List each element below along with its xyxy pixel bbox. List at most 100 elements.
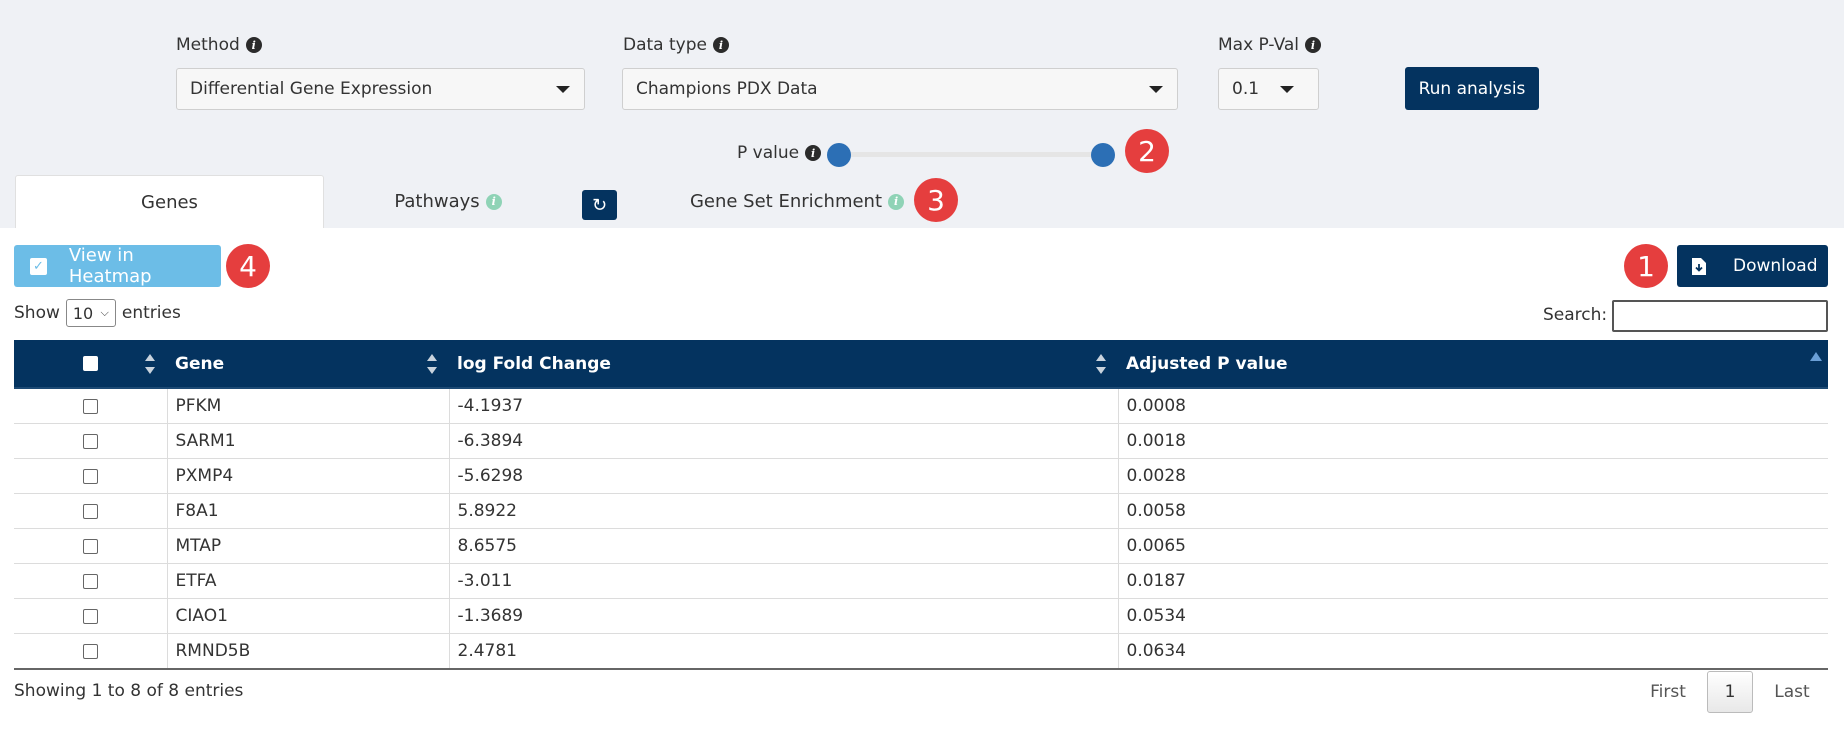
method-label: Method i <box>176 35 262 55</box>
row-checkbox[interactable] <box>82 433 98 449</box>
table-row: PFKM -4.1937 0.0008 <box>14 388 1828 424</box>
row-checkbox[interactable] <box>82 538 98 554</box>
tab-pathways[interactable]: Pathways i <box>324 175 572 228</box>
callout-badge-1: 1 <box>1624 244 1668 288</box>
chevron-down-icon: ⌵ <box>100 306 109 319</box>
column-adjusted-p-value[interactable]: Adjusted P value <box>1118 340 1828 389</box>
select-all-checkbox[interactable] <box>83 356 98 371</box>
row-select-cell <box>14 458 168 494</box>
pvalue-label: P value i <box>737 143 822 163</box>
caret-down-icon <box>556 86 570 93</box>
row-checkbox[interactable] <box>82 503 98 519</box>
search-input[interactable] <box>1612 300 1828 332</box>
pagination-page-1[interactable]: 1 <box>1707 671 1753 713</box>
log-fold-change-cell: -6.3894 <box>449 423 1119 459</box>
adjusted-p-value-cell: 0.0534 <box>1118 598 1828 634</box>
row-checkbox[interactable] <box>82 468 98 484</box>
row-select-cell <box>14 633 168 670</box>
refresh-icon: ↻ <box>591 194 608 216</box>
log-fold-change-cell: -3.011 <box>449 563 1119 599</box>
table-row: SARM1 -6.3894 0.0018 <box>14 423 1828 459</box>
select-all-header[interactable] <box>14 340 167 389</box>
tab-gene-set-enrichment[interactable]: Gene Set Enrichment i <box>680 175 914 228</box>
column-log-fold-change[interactable]: log Fold Change <box>449 340 1118 389</box>
pvalue-slider-min-handle[interactable] <box>827 143 851 167</box>
results-table: Gene log Fold Change Adjusted P value PF… <box>14 340 1828 670</box>
caret-down-icon <box>1149 86 1163 93</box>
log-fold-change-cell: -4.1937 <box>449 388 1119 424</box>
gene-cell: F8A1 <box>167 493 450 529</box>
entries-select[interactable]: 10 ⌵ <box>65 299 116 327</box>
adjusted-p-value-cell: 0.0058 <box>1118 493 1828 529</box>
max-pval-label: Max P-Val i <box>1218 35 1322 55</box>
row-checkbox[interactable] <box>82 608 98 624</box>
table-row: MTAP 8.6575 0.0065 <box>14 528 1828 564</box>
callout-badge-3: 3 <box>914 178 958 222</box>
pagination-first[interactable]: First <box>1646 671 1690 713</box>
info-icon[interactable]: i <box>712 37 729 53</box>
adjusted-p-value-cell: 0.0187 <box>1118 563 1828 599</box>
pvalue-slider-max-handle[interactable] <box>1091 143 1115 167</box>
table-row: ETFA -3.011 0.0187 <box>14 563 1828 599</box>
adjusted-p-value-cell: 0.0065 <box>1118 528 1828 564</box>
gene-cell: RMND5B <box>167 633 450 670</box>
row-select-cell <box>14 388 168 424</box>
table-info: Showing 1 to 8 of 8 entries <box>14 681 244 701</box>
column-gene[interactable]: Gene <box>167 340 449 389</box>
callout-badge-4: 4 <box>226 244 270 288</box>
log-fold-change-cell: 8.6575 <box>449 528 1119 564</box>
info-icon[interactable]: i <box>888 193 905 210</box>
gene-cell: PFKM <box>167 388 450 424</box>
gene-cell: ETFA <box>167 563 450 599</box>
run-analysis-button[interactable]: Run analysis <box>1405 67 1539 110</box>
adjusted-p-value-cell: 0.0008 <box>1118 388 1828 424</box>
adjusted-p-value-cell: 0.0634 <box>1118 633 1828 670</box>
table-row: RMND5B 2.4781 0.0634 <box>14 633 1828 670</box>
row-select-cell <box>14 598 168 634</box>
adjusted-p-value-cell: 0.0018 <box>1118 423 1828 459</box>
log-fold-change-cell: -1.3689 <box>449 598 1119 634</box>
pvalue-slider-track[interactable] <box>839 152 1103 157</box>
sort-icon[interactable] <box>145 354 155 374</box>
caret-down-icon <box>1280 86 1294 93</box>
sort-ascending-icon[interactable] <box>1810 352 1822 361</box>
callout-badge-2: 2 <box>1125 129 1169 173</box>
info-icon[interactable]: i <box>1305 37 1322 53</box>
adjusted-p-value-cell: 0.0028 <box>1118 458 1828 494</box>
row-select-cell <box>14 528 168 564</box>
table-row: PXMP4 -5.6298 0.0028 <box>14 458 1828 494</box>
data-type-select[interactable]: Champions PDX Data <box>622 68 1178 110</box>
sort-icon[interactable] <box>427 354 437 374</box>
info-icon[interactable]: i <box>805 145 822 161</box>
download-button[interactable]: Download <box>1677 245 1828 287</box>
page-length-control: Show 10 ⌵ entries <box>14 299 181 327</box>
checkbox-icon: ✓ <box>30 257 47 275</box>
data-type-label: Data type i <box>623 35 729 55</box>
log-fold-change-cell: 2.4781 <box>449 633 1119 670</box>
row-select-cell <box>14 563 168 599</box>
row-checkbox[interactable] <box>82 398 98 414</box>
file-download-icon <box>1692 257 1706 275</box>
gene-cell: PXMP4 <box>167 458 450 494</box>
max-pval-select[interactable]: 0.1 <box>1218 68 1319 110</box>
search-label: Search: <box>1543 305 1608 325</box>
row-checkbox[interactable] <box>82 643 98 659</box>
row-checkbox[interactable] <box>82 573 98 589</box>
view-in-heatmap-button[interactable]: ✓ View in Heatmap <box>14 245 221 287</box>
method-select[interactable]: Differential Gene Expression <box>176 68 585 110</box>
row-select-cell <box>14 493 168 529</box>
info-icon[interactable]: i <box>485 193 502 210</box>
info-icon[interactable]: i <box>245 37 262 53</box>
table-row: F8A1 5.8922 0.0058 <box>14 493 1828 529</box>
log-fold-change-cell: -5.6298 <box>449 458 1119 494</box>
gene-cell: CIAO1 <box>167 598 450 634</box>
table-row: CIAO1 -1.3689 0.0534 <box>14 598 1828 634</box>
log-fold-change-cell: 5.8922 <box>449 493 1119 529</box>
pagination-last[interactable]: Last <box>1770 671 1814 713</box>
row-select-cell <box>14 423 168 459</box>
sort-icon[interactable] <box>1096 354 1106 374</box>
refresh-button[interactable]: ↻ <box>582 190 617 220</box>
tab-genes[interactable]: Genes <box>15 175 324 228</box>
gene-cell: SARM1 <box>167 423 450 459</box>
gene-cell: MTAP <box>167 528 450 564</box>
